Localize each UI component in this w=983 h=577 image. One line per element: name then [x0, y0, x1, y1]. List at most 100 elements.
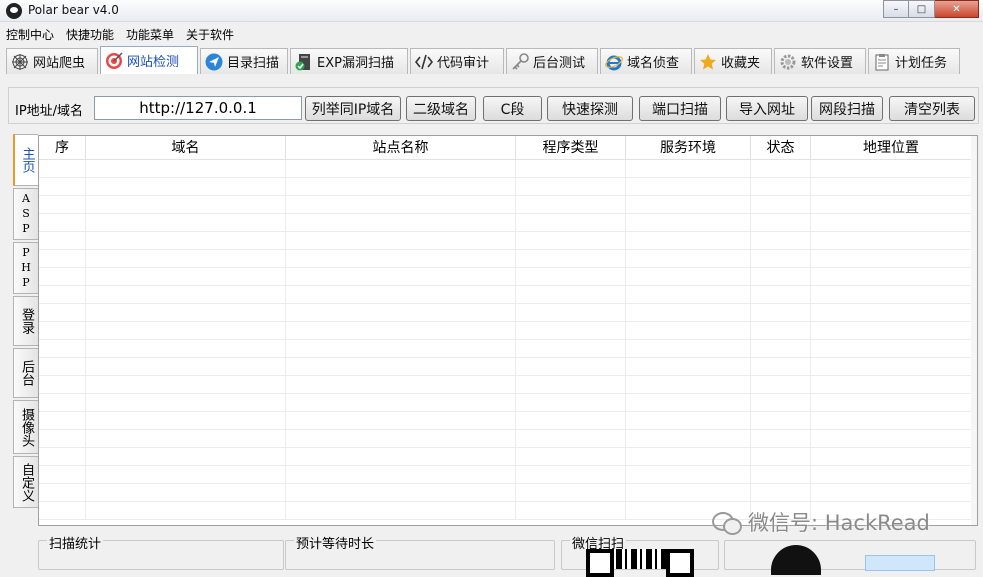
table-cell [86, 358, 286, 376]
window-controls: – □ ✕ [883, 0, 979, 18]
table-cell [86, 322, 286, 340]
table-cell [516, 358, 626, 376]
table-cell [626, 268, 751, 286]
tab-label: 网站爬虫 [33, 56, 86, 71]
column-header-program-type[interactable]: 程序类型 [516, 136, 626, 160]
column-header-status[interactable]: 状态 [751, 136, 811, 160]
table-cell [626, 160, 751, 178]
table-cell [516, 430, 626, 448]
table-cell [39, 394, 86, 412]
table-cell [626, 304, 751, 322]
table-cell [626, 448, 751, 466]
table-cell [39, 502, 86, 520]
column-header-site-name[interactable]: 站点名称 [286, 136, 516, 160]
table-cell [516, 232, 626, 250]
table-cell [811, 250, 972, 268]
tab-web-crawler[interactable]: 网站爬虫 [6, 48, 98, 74]
close-button[interactable]: ✕ [935, 0, 979, 18]
table-row [39, 412, 972, 430]
server-shield-icon [295, 53, 313, 71]
table-cell [86, 178, 286, 196]
port-scan-button[interactable]: 端口扫描 [639, 96, 721, 121]
tab-settings[interactable]: 软件设置 [774, 48, 866, 74]
table-cell [811, 358, 972, 376]
table-cell [39, 286, 86, 304]
table-cell [751, 376, 811, 394]
column-header-domain[interactable]: 域名 [86, 136, 286, 160]
gear-icon [779, 53, 797, 71]
table-cell [626, 178, 751, 196]
column-header-server-env[interactable]: 服务环境 [626, 136, 751, 160]
table-cell [811, 160, 972, 178]
side-tab-label: 登录 [19, 308, 34, 334]
table-cell [516, 196, 626, 214]
polar-bear-mascot-icon [771, 545, 821, 575]
menu-about[interactable]: 关于软件 [180, 24, 240, 44]
menu-bar: 控制中心 快捷功能 功能菜单 关于软件 [0, 24, 240, 44]
table-cell [286, 448, 516, 466]
menu-functions[interactable]: 功能菜单 [120, 24, 180, 44]
code-brackets-icon [414, 53, 434, 71]
table-cell [39, 268, 86, 286]
menu-shortcuts[interactable]: 快捷功能 [60, 24, 120, 44]
table-cell [811, 304, 972, 322]
list-same-ip-button[interactable]: 列举同IP域名 [305, 96, 401, 121]
c-segment-button[interactable]: C段 [483, 96, 542, 121]
tab-admin-test[interactable]: 后台测试 [506, 48, 598, 74]
tab-domain-recon[interactable]: 域名侦查 [600, 48, 692, 74]
maximize-button[interactable]: □ [909, 0, 935, 18]
table-row [39, 448, 972, 466]
side-tab-php[interactable]: PHP [13, 242, 38, 294]
table-cell [39, 358, 86, 376]
table-row [39, 178, 972, 196]
mascot-group [724, 540, 976, 575]
table-row [39, 340, 972, 358]
side-tab-home[interactable]: 主页 [13, 134, 38, 186]
side-tab-admin[interactable]: 后台 [13, 348, 38, 398]
table-cell [39, 304, 86, 322]
side-tab-asp[interactable]: ASP [13, 188, 38, 240]
table-cell [751, 196, 811, 214]
title-bar: Polar bear v4.0 – □ ✕ [0, 0, 983, 22]
table-cell [86, 484, 286, 502]
segment-scan-button[interactable]: 网段扫描 [811, 96, 883, 121]
tab-dir-scan[interactable]: 目录扫描 [200, 48, 288, 74]
tab-code-audit[interactable]: 代码审计 [410, 48, 504, 74]
side-tab-login[interactable]: 登录 [13, 296, 38, 346]
wechat-scan-group: 微信扫扫 [561, 533, 719, 577]
table-row [39, 304, 972, 322]
clear-list-button[interactable]: 清空列表 [889, 96, 975, 121]
star-icon [699, 53, 717, 71]
table-cell [39, 448, 86, 466]
table-cell [811, 322, 972, 340]
main-tab-strip: 网站爬虫 网站检测 目录扫描 EXP漏洞扫描 代码审计 后台测试 域名侦查 收藏… [6, 46, 962, 76]
table-cell [811, 178, 972, 196]
table-cell [516, 340, 626, 358]
side-tab-custom[interactable]: 自定义 [13, 456, 38, 508]
table-cell [626, 466, 751, 484]
tab-favorites[interactable]: 收藏夹 [694, 48, 772, 74]
menu-control-center[interactable]: 控制中心 [0, 24, 60, 44]
subdomain-button[interactable]: 二级域名 [406, 96, 476, 121]
minimize-button[interactable]: – [883, 0, 909, 18]
tab-label: 域名侦查 [627, 56, 680, 71]
quick-probe-button[interactable]: 快速探测 [547, 96, 633, 121]
ip-domain-label: IP地址/域名 [15, 104, 84, 119]
tab-scheduled-tasks[interactable]: 计划任务 [868, 48, 960, 74]
table-cell [751, 394, 811, 412]
results-table[interactable]: 序 域名 站点名称 程序类型 服务环境 状态 地理位置 [38, 135, 978, 526]
column-header-index[interactable]: 序 [39, 136, 86, 160]
table-cell [811, 376, 972, 394]
key-icon [511, 52, 529, 71]
table-row [39, 214, 972, 232]
table-cell [86, 286, 286, 304]
tab-site-detect[interactable]: 网站检测 [100, 46, 198, 74]
table-cell [516, 394, 626, 412]
table-cell [86, 466, 286, 484]
tab-exp-scan[interactable]: EXP漏洞扫描 [290, 48, 408, 74]
import-urls-button[interactable]: 导入网址 [726, 96, 808, 121]
side-tab-camera[interactable]: 摄像头 [13, 400, 38, 454]
ip-domain-input[interactable]: http://127.0.0.1 [94, 96, 302, 120]
column-header-geo-location[interactable]: 地理位置 [811, 136, 972, 160]
table-cell [39, 214, 86, 232]
